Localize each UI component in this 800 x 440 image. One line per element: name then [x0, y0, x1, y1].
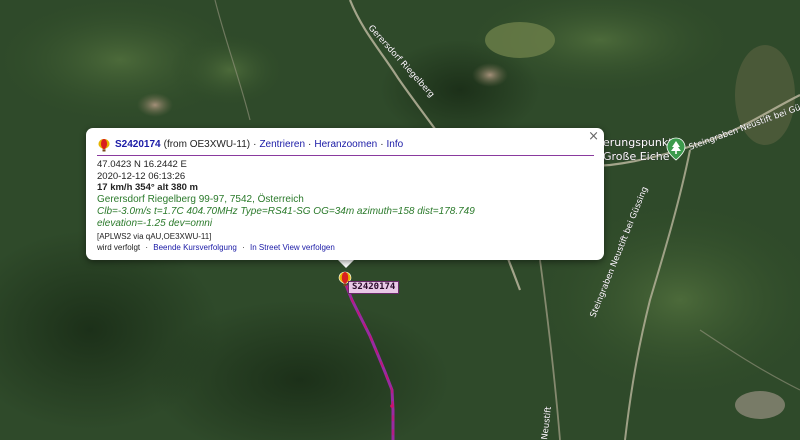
- speed-course-altitude: 17 km/h 354° alt 380 m: [97, 182, 198, 193]
- callsign-link[interactable]: S2420174: [115, 139, 161, 150]
- marker-callsign-label[interactable]: S2420174: [348, 281, 400, 294]
- info-link[interactable]: Info: [387, 139, 404, 150]
- center-link[interactable]: Zentrieren: [259, 139, 305, 150]
- popup-header: S2420174 (from OE3XWU-11) · Zentrieren ·…: [97, 137, 594, 152]
- poi-label-line2: Große Eiche: [603, 150, 670, 163]
- comment-line-1: Clb=-3.0m/s t=1.7C 404.70MHz Type=RS41-S…: [97, 205, 475, 217]
- poi-label-line1: erungspunkt: [603, 136, 673, 149]
- packet-path: [APLWS2 via qAU,OE3XWU-11]: [97, 231, 212, 241]
- separator-dot: ·: [308, 139, 312, 150]
- via-station: (from OE3XWU-11): [163, 139, 251, 150]
- address: Gerersdorf Riegelberg 99-97, 7542, Öster…: [97, 193, 304, 205]
- header-divider: [97, 155, 594, 156]
- stop-tracking-link[interactable]: Beende Kursverfolgung: [153, 243, 237, 252]
- separator-dot: ·: [242, 242, 245, 252]
- follow-prefix: wird verfolgt: [97, 242, 141, 252]
- popup-tail: [337, 259, 355, 268]
- balloon-icon: [98, 138, 110, 151]
- separator-dot: ·: [380, 139, 384, 150]
- street-view-link[interactable]: In Street View verfolgen: [250, 243, 335, 252]
- timestamp: 2020-12-12 06:13:26: [97, 170, 186, 182]
- station-info-popup: × S2420174 (from OE3XWU-11) · Zentrieren…: [86, 128, 604, 260]
- separator-dot: ·: [145, 242, 149, 252]
- coordinates: 47.0423 N 16.2442 E: [97, 159, 187, 170]
- follow-status: wird verfolgt · Beende Kursverfolgung · …: [97, 242, 594, 253]
- close-icon[interactable]: ×: [588, 129, 599, 144]
- zoom-in-link[interactable]: Heranzoomen: [314, 139, 377, 150]
- comment-line-2: elevation=-1.25 dev=omni: [97, 217, 213, 229]
- separator-dot: ·: [253, 139, 257, 150]
